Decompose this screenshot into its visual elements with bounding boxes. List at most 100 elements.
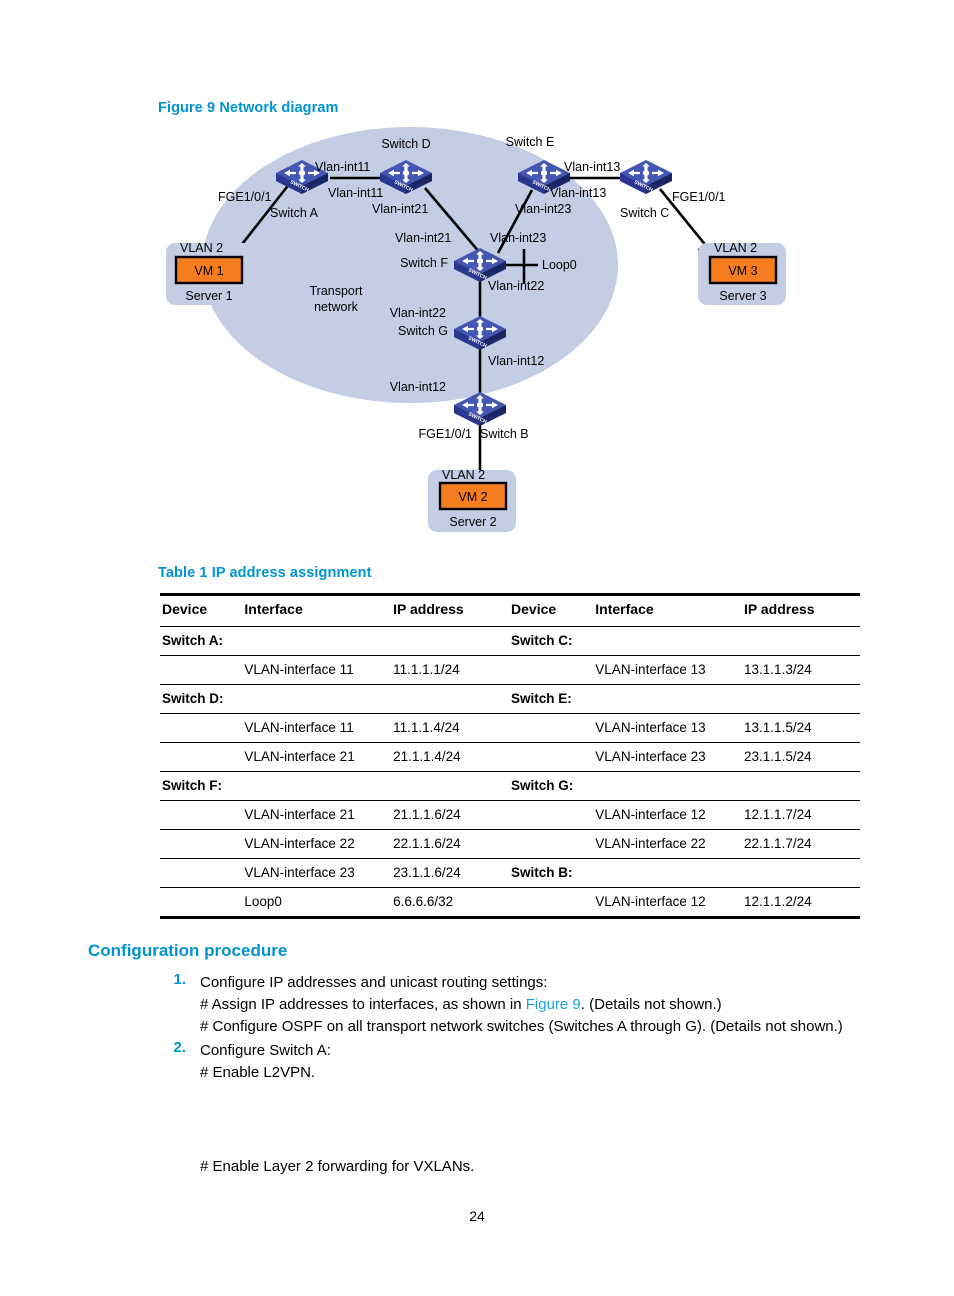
configuration-procedure-list: 1. Configure IP addresses and unicast ro… [160,972,880,1086]
label-switch-a: Switch A [270,206,319,220]
cell-device-2 [509,801,593,830]
table-row: Loop0 6.6.6.6/32 VLAN-interface 12 12.1.… [160,888,860,918]
cell-device-1: Switch F: [162,778,222,793]
cell-interface-1 [242,772,391,801]
step-command-line: # Assign IP addresses to interfaces, as … [200,994,880,1016]
label-e-f-bottom: Vlan-int23 [490,231,546,245]
cell-device-1 [160,830,242,859]
cell-device-2 [509,888,593,918]
label-d-f-top: Vlan-int21 [372,202,428,216]
table-row: Switch A: Switch C: [160,627,860,656]
cell-interface-1: VLAN-interface 11 [244,662,354,677]
cell-ip-1: 6.6.6.6/32 [393,894,454,909]
server-1-name: Server 1 [185,289,232,303]
cell-device-2: Switch C: [511,633,573,648]
cell-device-2 [509,743,593,772]
cell-device-1 [160,656,242,685]
cell-ip-1: 23.1.1.6/24 [393,865,461,880]
label-fge-c: FGE1/0/1 [672,190,726,204]
cell-ip-2: 23.1.1.5/24 [744,749,812,764]
server-3-name: Server 3 [719,289,766,303]
cell-ip-2 [742,772,860,801]
table-row: VLAN-interface 11 11.1.1.1/24 VLAN-inter… [160,656,860,685]
cell-ip-1: 11.1.1.1/24 [393,662,460,677]
cell-ip-2: 13.1.1.3/24 [744,662,812,677]
cell-interface-2 [593,772,742,801]
page-number: 24 [469,1208,485,1224]
server-2-vm: VM 2 [458,490,487,504]
cell-ip-1 [391,627,509,656]
col-header-ip-1: IP address [393,601,464,617]
cell-interface-2: VLAN-interface 12 [595,807,706,822]
cell-interface-1: VLAN-interface 21 [244,807,355,822]
cell-interface-1: VLAN-interface 22 [244,836,355,851]
cell-interface-1: Loop0 [244,894,282,909]
label-a-d-top: Vlan-int11 [315,160,370,174]
label-fge-b: FGE1/0/1 [419,427,473,441]
cell-ip-2: 22.1.1.7/24 [744,836,812,851]
step-command-line: # Enable L2VPN. [200,1064,316,1081]
cell-interface-2: VLAN-interface 13 [595,720,706,735]
cell-ip-1 [391,772,509,801]
cell-interface-1 [242,627,391,656]
col-header-device-2: Device [511,601,557,617]
table-caption: Table 1 IP address assignment [158,565,372,581]
step-title: Configure IP addresses and unicast routi… [200,974,548,991]
step-number: 1. [173,971,186,988]
label-fge-a: FGE1/0/1 [218,190,272,204]
table-row: VLAN-interface 22 22.1.1.6/24 VLAN-inter… [160,830,860,859]
label-e-c-top: Vlan-int13 [564,160,620,174]
network-diagram: SWITCH Switch D Switch E Switch A Switch… [150,125,830,545]
step-title: Configure Switch A: [200,1042,331,1059]
table-row: VLAN-interface 21 21.1.1.6/24 VLAN-inter… [160,801,860,830]
cell-ip-1: 21.1.1.6/24 [393,807,461,822]
cell-device-1: Switch A: [162,633,224,648]
cloud-label-line1: Transport [309,284,363,298]
cell-device-1 [160,801,242,830]
cell-device-1 [160,859,242,888]
cmd-text-post: . (Details not shown.) [580,996,722,1013]
col-header-interface-1: Interface [244,601,303,617]
table-row: Switch F: Switch G: [160,772,860,801]
label-switch-d: Switch D [381,137,430,151]
table-header-row: Device Interface IP address Device Inter… [160,594,860,627]
label-switch-c: Switch C [620,206,669,220]
cell-interface-1: VLAN-interface 21 [244,749,355,764]
label-f-g-top: Vlan-int22 [488,279,544,293]
cell-ip-2 [742,859,860,888]
cell-ip-2 [742,627,860,656]
cell-device-1 [160,888,242,918]
cell-ip-2 [742,685,860,714]
label-switch-f: Switch F [400,256,448,270]
cell-device-1 [160,714,242,743]
label-loop0: Loop0 [542,258,577,272]
label-d-f-bottom: Vlan-int21 [395,231,451,245]
switch-c-icon [620,160,672,194]
cell-device-1: Switch D: [162,691,224,706]
label-f-g-bottom: Vlan-int22 [390,306,446,320]
cell-interface-1 [242,685,391,714]
cell-ip-2: 13.1.1.5/24 [744,720,812,735]
cell-device-2 [509,830,593,859]
cell-device-1 [160,743,242,772]
cell-device-2: Switch E: [511,691,572,706]
label-switch-g: Switch G [398,324,448,338]
server-1-vlan: VLAN 2 [180,241,223,255]
cell-interface-2: VLAN-interface 13 [595,662,706,677]
server-3-vm: VM 3 [728,264,757,278]
cell-interface-2: VLAN-interface 12 [595,894,706,909]
label-g-b-top: Vlan-int12 [488,354,544,368]
cell-interface-1: VLAN-interface 23 [244,865,355,880]
cell-ip-2: 12.1.1.2/24 [744,894,812,909]
section-heading-configuration-procedure: Configuration procedure [88,941,288,960]
figure-9-link[interactable]: Figure 9 [526,996,581,1013]
label-e-c-bottom: Vlan-int13 [550,186,606,200]
cell-ip-2: 12.1.1.7/24 [744,807,812,822]
cell-device-2: Switch B: [511,865,573,880]
cell-interface-2 [593,627,742,656]
col-header-ip-2: IP address [744,601,815,617]
cell-interface-1: VLAN-interface 11 [244,720,354,735]
cell-device-2: Switch G: [511,778,574,793]
cell-ip-1: 21.1.1.4/24 [393,749,461,764]
cell-ip-1: 11.1.1.4/24 [393,720,460,735]
